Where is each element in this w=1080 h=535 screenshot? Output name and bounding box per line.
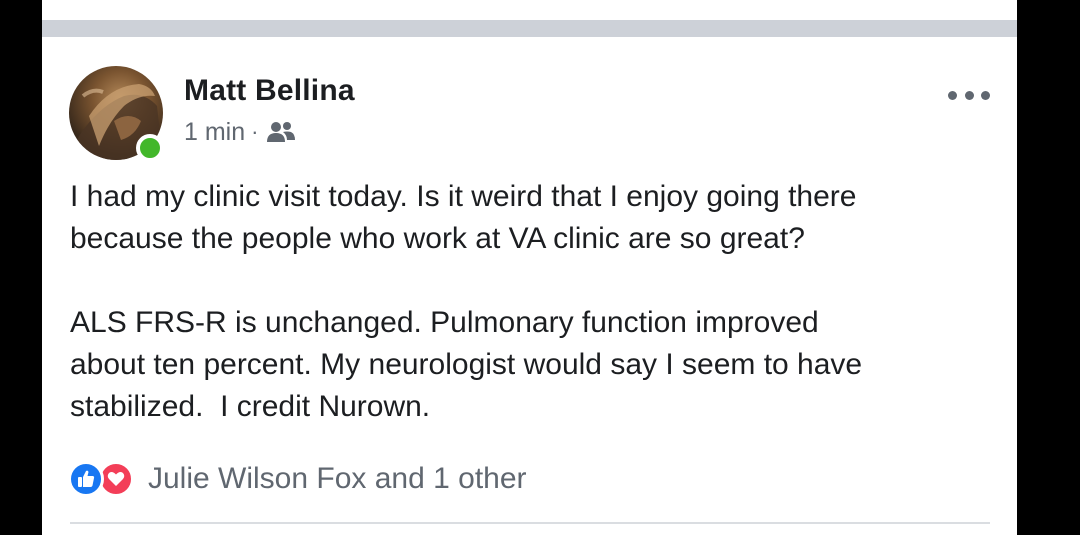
friends-icon[interactable]	[266, 120, 296, 144]
post-body: I had my clinic visit today. Is it weird…	[70, 176, 1000, 428]
post-paragraph: ALS FRS-R is unchanged. Pulmonary functi…	[70, 306, 863, 423]
reaction-icons	[68, 459, 152, 499]
post-meta: 1 min ·	[184, 116, 296, 148]
footer-divider	[70, 522, 990, 524]
reactions-summary[interactable]: Julie Wilson Fox and 1 other	[68, 459, 527, 499]
meta-separator: ·	[251, 119, 259, 144]
online-status-dot	[136, 134, 164, 162]
post-timestamp[interactable]: 1 min	[184, 118, 245, 147]
more-dot	[981, 90, 990, 100]
more-options-button[interactable]	[948, 83, 990, 107]
section-divider	[42, 20, 1017, 37]
like-icon	[68, 461, 104, 497]
author-name[interactable]: Matt Bellina	[184, 74, 355, 108]
more-dot	[964, 90, 974, 100]
more-dot	[948, 90, 957, 100]
reaction-summary-text[interactable]: Julie Wilson Fox and 1 other	[148, 462, 527, 496]
post-card: Matt Bellina 1 min · I had my clinic vis…	[42, 0, 1017, 535]
post-paragraph: I had my clinic visit today. Is it weird…	[70, 180, 857, 255]
